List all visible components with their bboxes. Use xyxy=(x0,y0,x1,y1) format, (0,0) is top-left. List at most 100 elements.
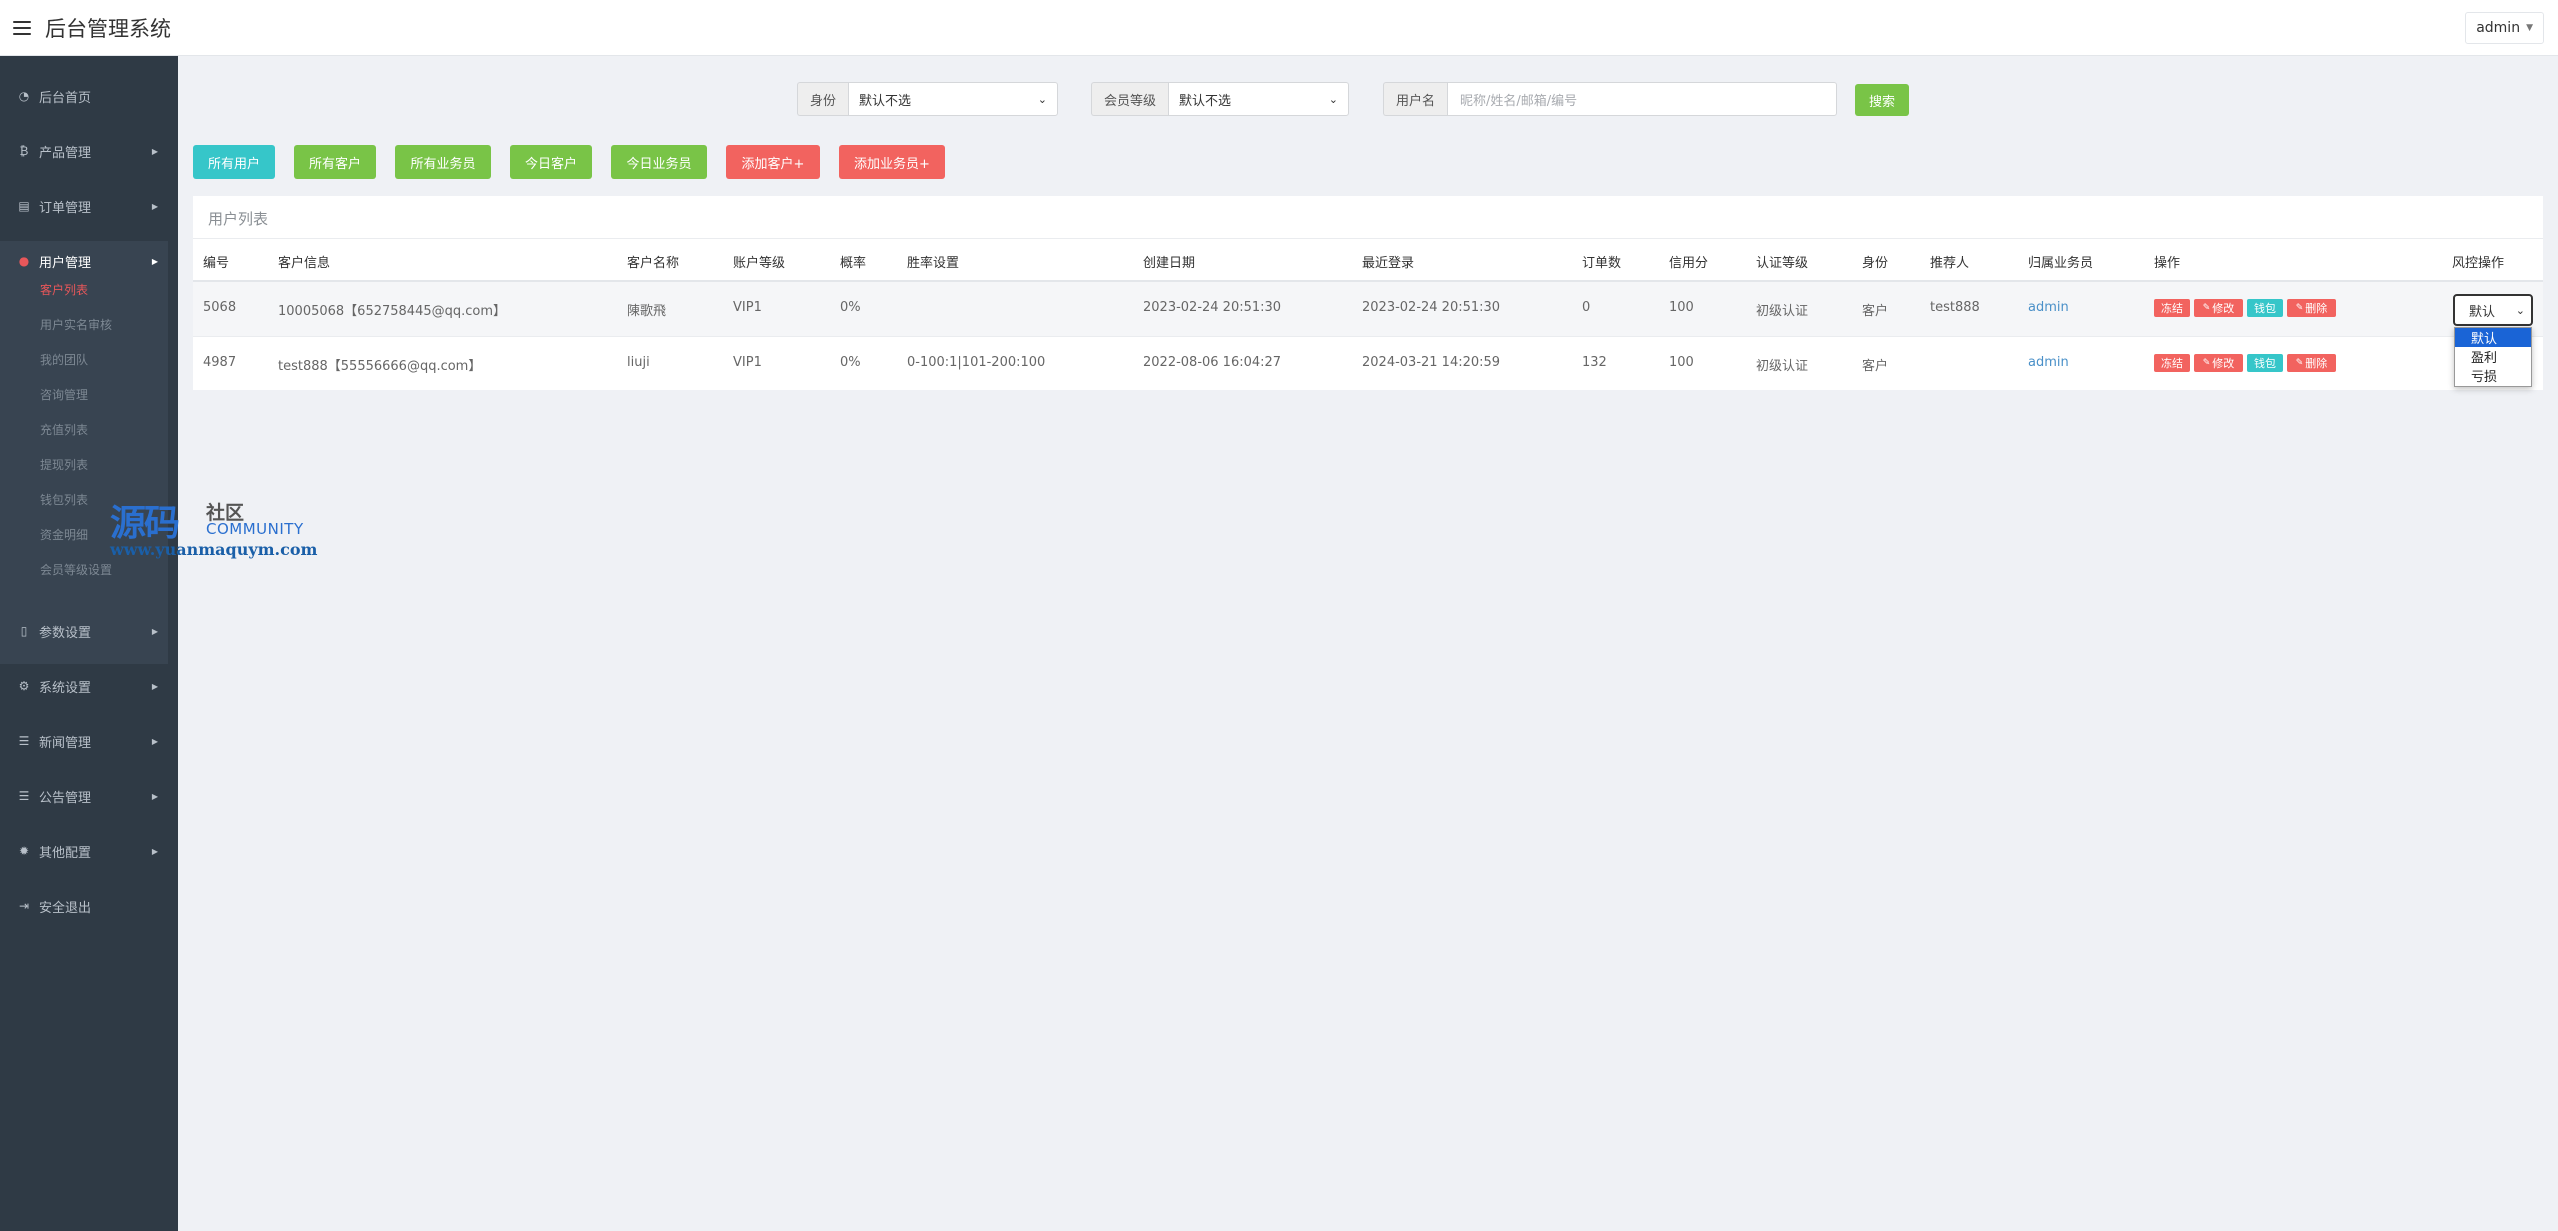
edit-label: 修改 xyxy=(2212,357,2235,370)
cell-name: liuji xyxy=(627,355,650,370)
filter-bar: 身份 默认不选 ⌄ 会员等级 默认不选 ⌄ 用户名 昵称/姓名/邮箱/编号 搜索 xyxy=(0,82,2558,116)
delete-button[interactable]: ✎ 删除 xyxy=(2287,299,2336,317)
cell-info: 10005068【652758445@qq.com】 xyxy=(278,304,507,319)
col-header: 归属业务员 xyxy=(2028,256,2094,271)
gear-icon: ✹ xyxy=(18,844,30,858)
delete-label: 删除 xyxy=(2305,302,2328,315)
cell-info: test888【55556666@qq.com】 xyxy=(278,359,482,374)
risk-option-loss[interactable]: 亏损 xyxy=(2455,366,2531,385)
cell-agent-link[interactable]: admin xyxy=(2028,355,2069,370)
risk-select-value: 默认 xyxy=(2469,304,2496,320)
sidebar-item-system[interactable]: ⚙ 系统设置 ▶ xyxy=(0,666,178,706)
risk-control-dropdown: 默认 盈利 亏损 xyxy=(2454,327,2532,387)
cogs-icon: ⚙ xyxy=(18,679,30,693)
app-title: 后台管理系统 xyxy=(45,16,171,41)
add-agent-button[interactable]: 添加业务员+ xyxy=(839,145,945,179)
risk-control-select[interactable]: 默认 ⌄ xyxy=(2453,294,2533,326)
sidebar-item-other[interactable]: ✹ 其他配置 ▶ xyxy=(0,831,178,871)
wallet-button[interactable]: 钱包 xyxy=(2247,354,2283,372)
submenu-customer-list[interactable]: 客户列表 xyxy=(40,281,88,298)
user-icon: ● xyxy=(18,254,30,268)
cell-level: VIP1 xyxy=(733,355,762,370)
cell-created: 2023-02-24 20:51:30 xyxy=(1143,300,1282,315)
sidebar-item-orders[interactable]: ▤ 订单管理 ▶ xyxy=(0,186,178,226)
cell-orders: 0 xyxy=(1582,300,1591,315)
sidebar-item-products[interactable]: ₿ 产品管理 ▶ xyxy=(0,131,178,171)
sidebar-item-label: 产品管理 xyxy=(39,145,92,161)
cell-level: VIP1 xyxy=(733,300,762,315)
sidebar-item-label: 公告管理 xyxy=(39,790,92,806)
col-header: 编号 xyxy=(203,256,230,271)
identity-filter: 身份 默认不选 ⌄ xyxy=(797,82,1059,116)
col-header: 客户信息 xyxy=(278,256,331,271)
username-label: 用户名 xyxy=(1383,82,1448,116)
edit-label: 修改 xyxy=(2212,302,2235,315)
add-customer-button[interactable]: 添加客户+ xyxy=(726,145,820,179)
risk-option-profit[interactable]: 盈利 xyxy=(2455,347,2531,366)
freeze-button[interactable]: 冻结 xyxy=(2154,299,2190,317)
identity-select-value: 默认不选 xyxy=(859,93,912,109)
search-button[interactable]: 搜索 xyxy=(1855,84,1909,116)
watermark-url: www.yuanmaquym.com xyxy=(110,540,318,559)
edit-button[interactable]: ✎ 修改 xyxy=(2194,354,2243,372)
risk-option-default[interactable]: 默认 xyxy=(2455,328,2531,347)
caret-right-icon: ▶ xyxy=(151,681,158,691)
edit-button[interactable]: ✎ 修改 xyxy=(2194,299,2243,317)
watermark-main: 源码 xyxy=(110,503,180,544)
username-search-input[interactable]: 昵称/姓名/邮箱/编号 xyxy=(1447,82,1838,116)
col-header: 操作 xyxy=(2154,256,2181,271)
submenu-my-team[interactable]: 我的团队 xyxy=(40,351,88,368)
caret-right-icon: ▶ xyxy=(151,736,158,746)
caret-right-icon: ▶ xyxy=(151,791,158,801)
watermark-logo: 源码 社区 COMMUNITY www.yuanmaquym.com xyxy=(108,494,317,560)
menu-toggle-icon[interactable] xyxy=(13,20,31,35)
level-select[interactable]: 默认不选 ⌄ xyxy=(1168,82,1350,116)
cell-id: 4987 xyxy=(203,355,237,370)
user-table-panel: 用户列表 编号 客户信息 客户名称 账户等级 概率 胜率设置 创建日期 最近登录… xyxy=(193,196,2543,390)
col-header: 风控操作 xyxy=(2452,256,2505,271)
watermark-en: COMMUNITY xyxy=(206,520,304,538)
pencil-icon: ✎ xyxy=(2295,358,2304,368)
pencil-icon: ✎ xyxy=(2295,303,2304,313)
cell-name: 陳歌飛 xyxy=(627,304,667,319)
delete-button[interactable]: ✎ 删除 xyxy=(2287,354,2336,372)
user-name: admin xyxy=(2476,20,2521,36)
col-header: 客户名称 xyxy=(627,256,680,271)
cell-last-login: 2023-02-24 20:51:30 xyxy=(1362,300,1501,315)
sidebar-item-news[interactable]: ☰ 新闻管理 ▶ xyxy=(0,721,178,761)
submenu-member-level[interactable]: 会员等级设置 xyxy=(40,561,112,578)
order-icon: ▤ xyxy=(18,199,30,213)
delete-label: 删除 xyxy=(2305,357,2328,370)
all-users-button[interactable]: 所有用户 xyxy=(193,145,275,179)
cell-auth: 初级认证 xyxy=(1756,359,1809,374)
submenu-wallet[interactable]: 钱包列表 xyxy=(40,491,88,508)
col-header: 概率 xyxy=(840,256,867,271)
col-header: 推荐人 xyxy=(1930,256,1970,271)
list-icon: ☰ xyxy=(18,734,30,748)
sidebar-item-params[interactable]: ▯ 参数设置 ▶ xyxy=(0,611,178,651)
submenu-recharge[interactable]: 充值列表 xyxy=(40,421,88,438)
chevron-down-icon: ⌄ xyxy=(1037,92,1048,106)
user-menu[interactable]: admin ▼ xyxy=(2465,12,2544,44)
sidebar-item-announcements[interactable]: ☰ 公告管理 ▶ xyxy=(0,776,178,816)
sidebar-item-label: 新闻管理 xyxy=(39,735,92,751)
cell-agent-link[interactable]: admin xyxy=(2028,300,2069,315)
today-agents-button[interactable]: 今日业务员 xyxy=(611,145,707,179)
all-customers-button[interactable]: 所有客户 xyxy=(294,145,376,179)
submenu-realname-review[interactable]: 用户实名审核 xyxy=(40,316,112,333)
panel-title: 用户列表 xyxy=(208,210,269,228)
all-agents-button[interactable]: 所有业务员 xyxy=(395,145,491,179)
user-submenu: 客户列表 用户实名审核 我的团队 咨询管理 充值列表 提现列表 钱包列表 资金明… xyxy=(0,274,168,664)
sidebar-item-logout[interactable]: ⇥ 安全退出 xyxy=(0,886,178,926)
identity-select[interactable]: 默认不选 ⌄ xyxy=(848,82,1059,116)
submenu-funds[interactable]: 资金明细 xyxy=(40,526,88,543)
submenu-consult[interactable]: 咨询管理 xyxy=(40,386,88,403)
pencil-icon: ✎ xyxy=(2202,303,2211,313)
submenu-withdraw[interactable]: 提现列表 xyxy=(40,456,88,473)
caret-right-icon: ▶ xyxy=(151,846,158,856)
wallet-button[interactable]: 钱包 xyxy=(2247,299,2283,317)
freeze-button[interactable]: 冻结 xyxy=(2154,354,2190,372)
cell-created: 2022-08-06 16:04:27 xyxy=(1143,355,1282,370)
cell-win-setting: 0-100:1|101-200:100 xyxy=(907,355,1046,370)
today-customers-button[interactable]: 今日客户 xyxy=(510,145,592,179)
